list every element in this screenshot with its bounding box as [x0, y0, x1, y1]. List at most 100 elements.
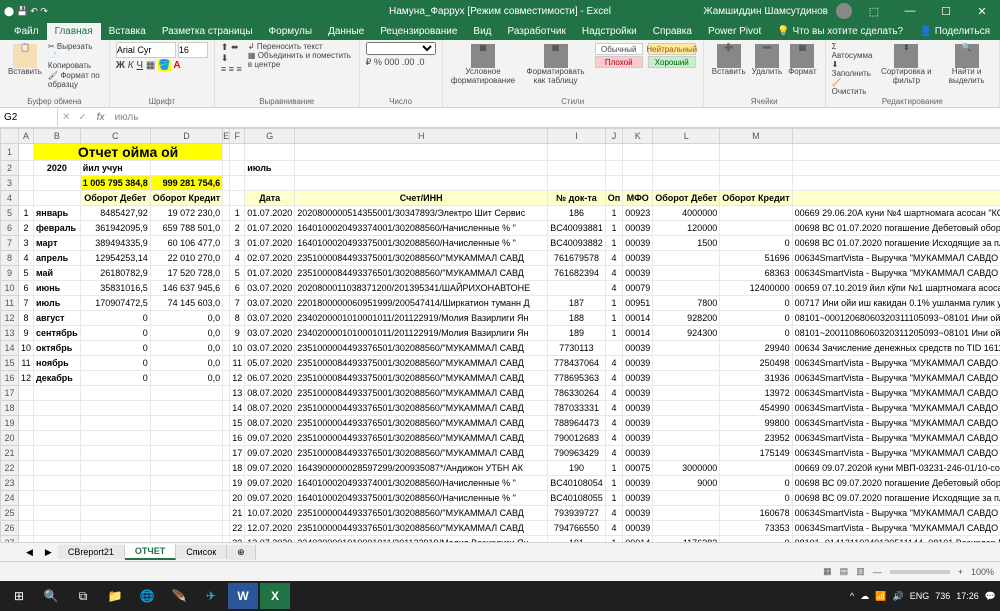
cell[interactable]	[653, 386, 720, 401]
sort-filter-button[interactable]: ⬍Сортировка и фильтр	[875, 42, 937, 96]
cell[interactable]	[223, 491, 230, 506]
cell[interactable]: 2201800000060951999/200547414/Ширкатион …	[295, 296, 548, 311]
cell[interactable]: 928200	[653, 311, 720, 326]
cell[interactable]: Дата	[245, 191, 295, 206]
powerpivot-tab[interactable]: Power Pivot	[700, 23, 769, 40]
cell[interactable]: 00014	[623, 311, 653, 326]
cell[interactable]: 1	[605, 461, 622, 476]
copy-button[interactable]: 📄 Копировать	[48, 52, 103, 70]
cell[interactable]	[223, 386, 230, 401]
cell[interactable]	[19, 506, 34, 521]
cell[interactable]: 4	[605, 416, 622, 431]
autosum-button[interactable]: Σ Автосумма	[832, 42, 873, 60]
cell[interactable]	[223, 176, 230, 191]
cell[interactable]: 0	[80, 326, 150, 341]
fill-button[interactable]: ⬇ Заполнить	[832, 60, 873, 78]
sheet-tab[interactable]: Список	[176, 545, 227, 559]
format-cells-button[interactable]: ▦Формат	[786, 42, 818, 79]
fill-color-button[interactable]: 🪣	[158, 60, 170, 71]
insert-tab[interactable]: Вставка	[101, 23, 154, 40]
cell[interactable]: 7800	[653, 296, 720, 311]
cell[interactable]: 6	[230, 281, 245, 296]
cell[interactable]: 23	[230, 536, 245, 543]
cell[interactable]	[223, 341, 230, 356]
align-center-button[interactable]: ≡	[229, 64, 234, 74]
cell[interactable]	[34, 491, 81, 506]
cell[interactable]: 761682394	[548, 266, 606, 281]
cell[interactable]: 787033331	[548, 401, 606, 416]
cell[interactable]: 790963429	[548, 446, 606, 461]
cell[interactable]: 7	[230, 296, 245, 311]
cell[interactable]	[34, 176, 81, 191]
cell[interactable]	[605, 176, 622, 191]
view-normal-icon[interactable]: ▦	[823, 566, 832, 577]
cell[interactable]	[792, 144, 1000, 161]
cell[interactable]: 1	[605, 326, 622, 341]
cell[interactable]: 14	[230, 401, 245, 416]
cell[interactable]	[19, 161, 34, 176]
bold-button[interactable]: Ж	[116, 60, 125, 71]
cell[interactable]: 08101~00012068060320311105093~08101 Ини …	[792, 311, 1000, 326]
col-header[interactable]: D	[150, 129, 222, 144]
row-header[interactable]: 18	[1, 401, 19, 416]
cell[interactable]	[34, 461, 81, 476]
cell[interactable]: 0	[80, 341, 150, 356]
cell[interactable]: 10	[19, 341, 34, 356]
cell[interactable]: ноябрь	[34, 356, 81, 371]
cell[interactable]	[223, 281, 230, 296]
cell[interactable]: март	[34, 236, 81, 251]
cell[interactable]	[720, 206, 792, 221]
cell[interactable]	[19, 476, 34, 491]
cell[interactable]	[653, 491, 720, 506]
cell[interactable]	[623, 144, 653, 161]
enter-icon[interactable]: ✓	[74, 112, 90, 123]
cell[interactable]: 389494335,9	[80, 236, 150, 251]
cell[interactable]	[653, 341, 720, 356]
sheet-nav-next[interactable]: ▶	[39, 547, 58, 558]
cell[interactable]: 2351000004493376501/302088560/"МУКАММАЛ …	[295, 341, 548, 356]
cell[interactable]	[223, 371, 230, 386]
cell[interactable]	[150, 386, 222, 401]
cell[interactable]	[19, 521, 34, 536]
cell[interactable]: 09.07.2020	[245, 446, 295, 461]
cell[interactable]: 00669 29.06.20А куни №4 шартномага асоса…	[792, 206, 1000, 221]
cell[interactable]: 09.07.2020	[245, 461, 295, 476]
cell[interactable]: 4	[605, 521, 622, 536]
cell[interactable]: 09.07.2020	[245, 491, 295, 506]
developer-tab[interactable]: Разработчик	[500, 23, 574, 40]
tray-clock[interactable]: 17:26	[956, 591, 979, 601]
cell[interactable]: 5	[230, 266, 245, 281]
align-right-button[interactable]: ≡	[236, 64, 241, 74]
cell[interactable]: 2351000004493376501/302088560/"МУКАММАЛ …	[295, 401, 548, 416]
new-sheet-button[interactable]: ⊕	[227, 545, 256, 560]
cell[interactable]	[653, 416, 720, 431]
cell[interactable]: 12954253,14	[80, 251, 150, 266]
cell[interactable]: 12.07.2020	[245, 521, 295, 536]
col-header[interactable]	[1, 129, 19, 144]
cell[interactable]: BC40108055	[548, 491, 606, 506]
col-header[interactable]: E	[223, 129, 230, 144]
cell[interactable]: 00075	[623, 461, 653, 476]
tray-notifications-icon[interactable]: 💬	[985, 591, 996, 602]
cell[interactable]: 00039	[623, 266, 653, 281]
cell[interactable]	[19, 144, 34, 161]
col-header[interactable]: I	[548, 129, 606, 144]
cell[interactable]: 1	[605, 491, 622, 506]
cell[interactable]	[223, 266, 230, 281]
cell[interactable]: 1643900000028597299/200935087*/Андижон У…	[295, 461, 548, 476]
cell[interactable]: 4	[19, 251, 34, 266]
autosave-toggle[interactable]: ⬤ 💾 ↶ ↷	[4, 6, 48, 17]
cell[interactable]: 454990	[720, 401, 792, 416]
cell[interactable]	[720, 461, 792, 476]
cell[interactable]	[19, 461, 34, 476]
cell[interactable]	[34, 446, 81, 461]
cell[interactable]: 51696	[720, 251, 792, 266]
col-header[interactable]: L	[653, 129, 720, 144]
cell[interactable]: 10	[230, 341, 245, 356]
cell[interactable]: 00717 Ини ойи иш какидан 0.1% ушланма гу…	[792, 296, 1000, 311]
delete-cells-button[interactable]: ➖Удалить	[750, 42, 785, 79]
cell[interactable]	[230, 161, 245, 176]
cell[interactable]	[653, 356, 720, 371]
cell[interactable]: 3000000	[653, 461, 720, 476]
task-view-icon[interactable]: ⧉	[68, 583, 98, 609]
